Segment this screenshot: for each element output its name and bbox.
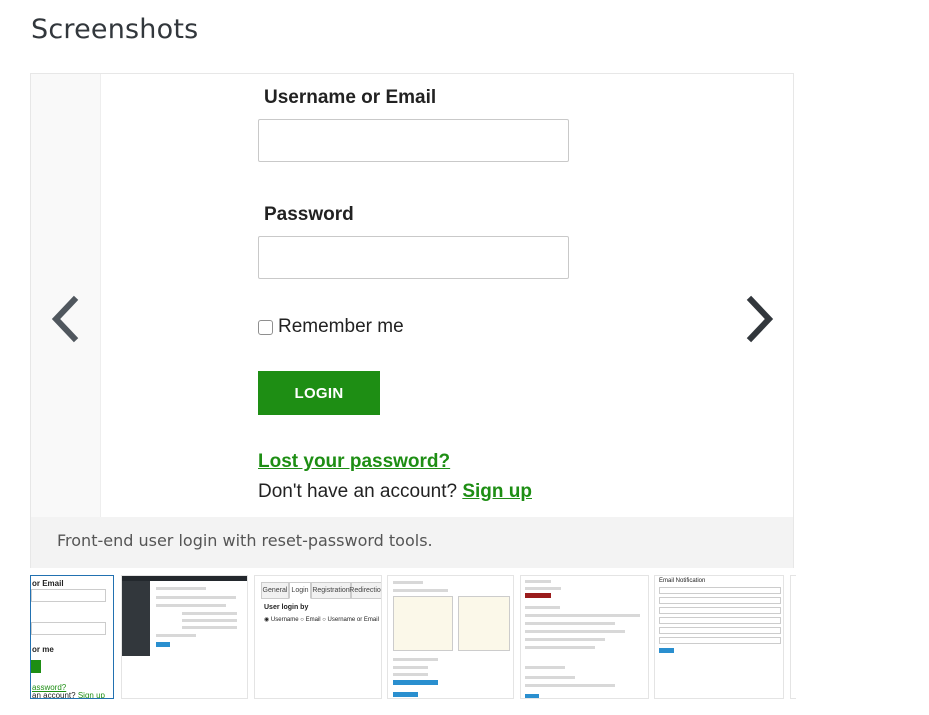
username-label: Username or Email [264, 87, 437, 108]
next-slide-button[interactable] [735, 287, 785, 351]
thumb4-panel [393, 596, 453, 651]
thumb5-line [525, 646, 595, 649]
thumb2-line [156, 596, 236, 599]
thumbnail-strip: or Email or me assword? an account? Sign… [30, 575, 796, 701]
thumb3-tab: Registration [311, 582, 351, 599]
thumb1-input [31, 589, 106, 602]
thumb5-line [525, 638, 605, 641]
thumb3-option: Email [305, 617, 321, 623]
thumb1-signup: Sign up [77, 691, 105, 699]
thumb5-line [525, 580, 551, 583]
thumb6-row [659, 617, 781, 624]
password-input [258, 236, 569, 279]
thumb1-account-text: an account? [32, 691, 76, 699]
chevron-left-icon [51, 295, 79, 343]
thumb5-line [525, 614, 640, 617]
thumb4-line [393, 673, 428, 676]
thumb1-input [31, 622, 106, 635]
thumb2-line [182, 619, 237, 622]
slide-caption: Front-end user login with reset-password… [31, 517, 793, 568]
thumb2-line [182, 612, 237, 615]
thumb2-button [156, 642, 170, 647]
no-account-text: Don't have an account? [258, 481, 458, 502]
thumb6-save [659, 648, 674, 653]
thumb2-sidebar [122, 581, 150, 656]
remember-checkbox [258, 319, 273, 335]
thumbnail-2[interactable] [121, 575, 248, 699]
thumb6-row [659, 637, 781, 644]
thumb5-save [525, 694, 539, 698]
thumb1-label: or Email [32, 579, 64, 588]
thumb4-line [393, 658, 438, 661]
thumbnail-6[interactable]: Email Notification [654, 575, 784, 699]
thumb1-remember: or me [32, 645, 54, 654]
thumb5-line [525, 684, 615, 687]
thumb3-tab: Redirection [349, 582, 381, 599]
thumb6-row [659, 587, 781, 594]
thumb4-line [393, 589, 448, 592]
thumb3-options: ◉ Username ○ Email ○ Username or Email [264, 617, 379, 623]
thumb3-option: Username or Email [327, 617, 379, 623]
screenshot-gallery: Username or Email Password Remember me L… [30, 73, 794, 568]
thumb5-line [525, 587, 561, 590]
remember-label: Remember me [278, 316, 404, 337]
thumb5-line [525, 630, 625, 633]
thumb6-row [659, 607, 781, 614]
thumb5-line [525, 666, 565, 669]
thumb4-line [393, 666, 428, 669]
thumb3-tab: Login [289, 582, 311, 599]
thumb1-button [31, 660, 41, 673]
thumb2-line [156, 604, 226, 607]
thumbnail-3[interactable]: General Login Registration Redirection U… [254, 575, 382, 699]
thumb6-heading: Email Notification [659, 578, 706, 584]
thumbnail-1[interactable]: or Email or me assword? an account? Sign… [30, 575, 114, 699]
remember-me-row: Remember me [258, 316, 404, 338]
thumb3-heading: User login by [264, 604, 309, 611]
thumb2-line [182, 626, 237, 629]
thumb4-line [393, 581, 423, 584]
thumb4-panel [458, 596, 510, 651]
thumb2-line [156, 634, 196, 637]
previous-slide-button[interactable] [40, 287, 90, 351]
thumb4-save [393, 692, 418, 697]
thumb3-tab: General [261, 582, 289, 599]
thumb1-account: an account? Sign up [32, 691, 105, 699]
username-input [258, 119, 569, 162]
slide-image: Username or Email Password Remember me L… [101, 74, 794, 517]
thumb6-row [659, 627, 781, 634]
password-label: Password [264, 204, 354, 225]
signup-line: Don't have an account? Sign up [258, 481, 532, 503]
thumb5-line [525, 606, 560, 609]
thumb2-line [156, 587, 206, 590]
chevron-right-icon [746, 295, 774, 343]
thumb5-red-button [525, 593, 551, 598]
thumb5-line [525, 676, 575, 679]
thumbnail-7[interactable] [790, 575, 796, 699]
thumb3-option: Username [270, 617, 299, 623]
lost-password-link: Lost your password? [258, 451, 451, 472]
thumbnail-4[interactable] [387, 575, 514, 699]
login-button: LOGIN [258, 371, 380, 415]
thumb6-row [659, 597, 781, 604]
thumb5-line [525, 622, 615, 625]
thumbnail-5[interactable] [520, 575, 649, 699]
signup-link: Sign up [462, 481, 532, 502]
thumb4-buttons [393, 680, 438, 685]
section-title: Screenshots [31, 14, 199, 45]
